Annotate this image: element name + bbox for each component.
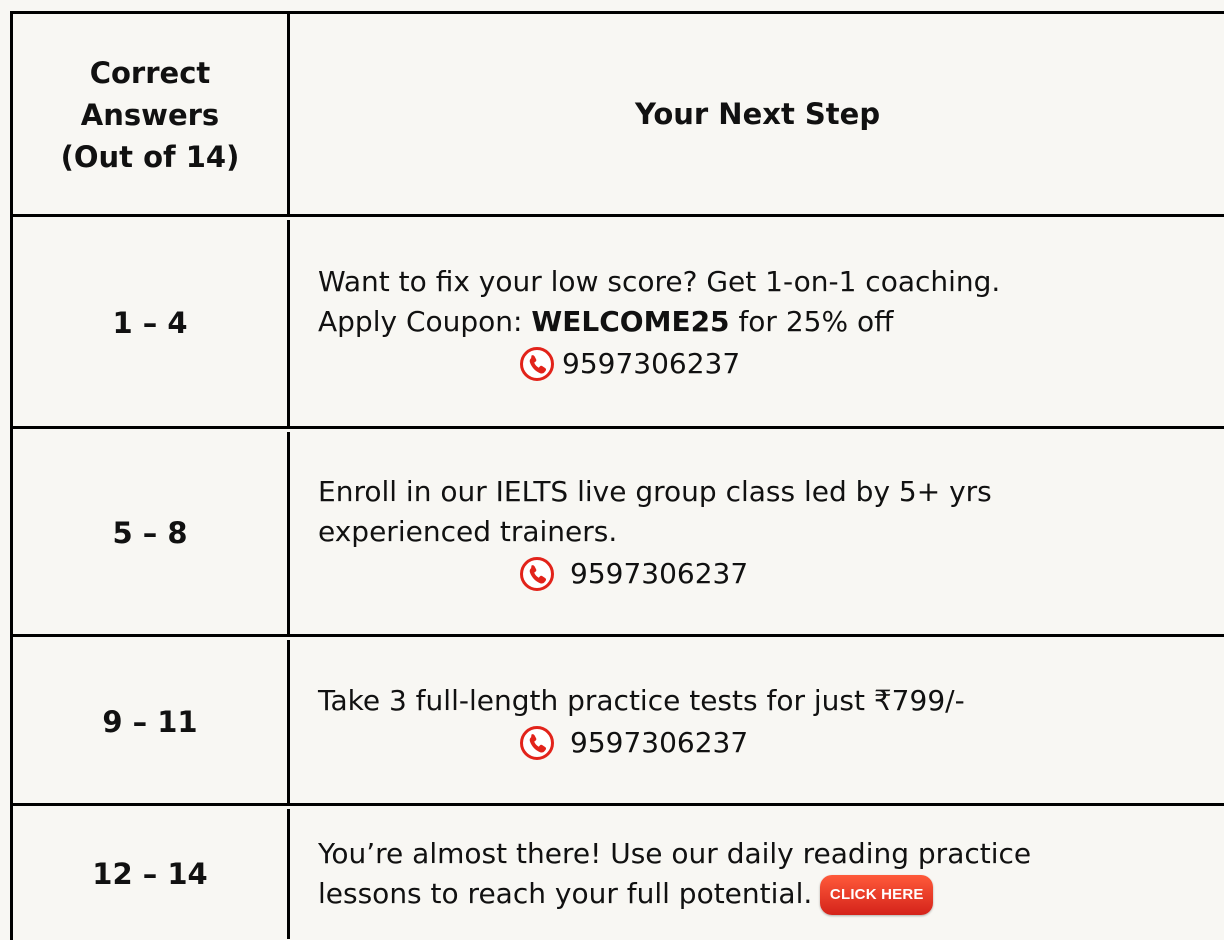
step-line: Take 3 full-length practice tests for ju… xyxy=(318,683,965,717)
step-line: You’re almost there! Use our daily readi… xyxy=(318,836,1032,870)
coupon-suffix: for 25% off xyxy=(729,305,894,338)
score-range-label: 12 – 14 xyxy=(92,857,208,891)
phone-number[interactable]: 9597306237 xyxy=(570,723,748,763)
phone-icon[interactable] xyxy=(518,345,556,383)
coupon-prefix: Apply Coupon: xyxy=(318,305,532,338)
score-range-label: 1 – 4 xyxy=(112,306,188,340)
next-step-cell: Want to fix your low score? Get 1-on-1 c… xyxy=(290,220,1224,426)
click-here-button[interactable]: CLICK HERE xyxy=(820,874,934,915)
phone-number[interactable]: 9597306237 xyxy=(570,554,748,594)
step-line: Enroll in our IELTS live group class led… xyxy=(318,475,992,508)
next-step-table: Correct Answers (Out of 14) Your Next St… xyxy=(10,11,1224,940)
score-range-label: 5 – 8 xyxy=(112,516,188,550)
table-row: 5 – 8 Enroll in our IELTS live group cla… xyxy=(13,432,1224,637)
header-col1-line3: (Out of 14) xyxy=(60,140,240,174)
phone-number[interactable]: 9597306237 xyxy=(562,344,740,384)
score-range: 9 – 11 xyxy=(13,640,290,803)
step-line: experienced trainers. xyxy=(318,515,618,548)
score-range: 1 – 4 xyxy=(13,220,290,426)
header-next-step: Your Next Step xyxy=(290,14,1224,214)
phone-icon[interactable] xyxy=(518,724,556,762)
phone-line[interactable]: 9597306237 xyxy=(318,723,1178,763)
score-range-label: 9 – 11 xyxy=(102,704,198,739)
coupon-code: WELCOME25 xyxy=(531,305,730,338)
header-correct-answers: Correct Answers (Out of 14) xyxy=(13,14,290,214)
score-range: 12 – 14 xyxy=(13,809,290,939)
step-line: Want to fix your low score? Get 1-on-1 c… xyxy=(318,265,1001,298)
header-col1-line2: Answers xyxy=(80,98,220,132)
coupon-line: Apply Coupon: WELCOME25 for 25% off xyxy=(318,302,1178,342)
table-row: 12 – 14 You’re almost there! Use our dai… xyxy=(13,809,1224,940)
table-row: 1 – 4 Want to fix your low score? Get 1-… xyxy=(13,220,1224,429)
step-line-text: lessons to reach your full potential. xyxy=(318,876,813,910)
table-row: 9 – 11 Take 3 full-length practice tests… xyxy=(13,640,1224,806)
next-step-cell: You’re almost there! Use our daily readi… xyxy=(290,809,1224,939)
phone-icon[interactable] xyxy=(518,555,556,593)
phone-line[interactable]: 9597306237 xyxy=(318,554,1178,594)
next-step-cell: Enroll in our IELTS live group class led… xyxy=(290,432,1224,634)
score-range: 5 – 8 xyxy=(13,432,290,634)
phone-line[interactable]: 9597306237 xyxy=(318,344,1178,384)
step-line-with-button: lessons to reach your full potential. CLI… xyxy=(318,874,1178,915)
next-step-cell: Take 3 full-length practice tests for ju… xyxy=(290,640,1224,803)
table-header-row: Correct Answers (Out of 14) Your Next St… xyxy=(13,14,1224,217)
header-col2-label: Your Next Step xyxy=(635,97,881,131)
header-col1-line1: Correct xyxy=(89,56,211,90)
